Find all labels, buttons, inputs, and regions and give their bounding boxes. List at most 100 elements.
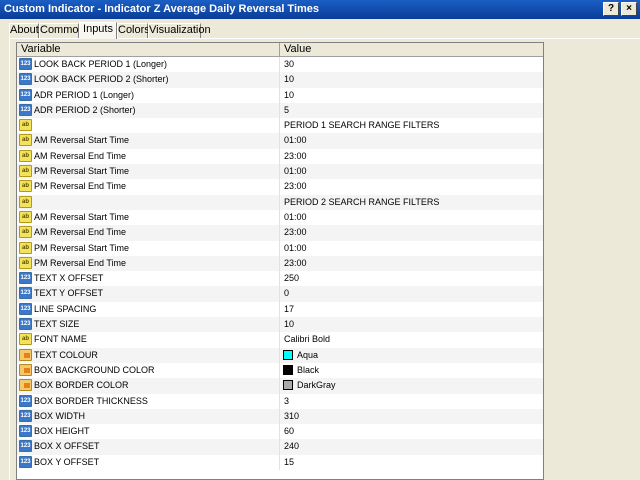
value-text: 310: [284, 410, 300, 421]
value-cell[interactable]: Calibri Bold: [281, 332, 543, 347]
table-row[interactable]: ab PM Reversal End Time 23:00: [17, 255, 543, 272]
variable-name: AM Reversal End Time: [34, 150, 127, 161]
variable-cell: ab PM Reversal Start Time: [17, 164, 280, 180]
value-text: 0: [284, 288, 290, 299]
variable-cell: ab AM Reversal End Time: [17, 225, 280, 241]
column-header-value[interactable]: Value: [280, 43, 543, 57]
color-swatch: [283, 380, 293, 391]
table-row[interactable]: ab PM Reversal Start Time 01:00: [17, 164, 543, 180]
table-row[interactable]: 123 TEXT X OFFSET 250: [17, 271, 543, 287]
value-cell[interactable]: 10: [281, 88, 543, 103]
string-type-icon: ab: [19, 119, 32, 132]
tab-visualization[interactable]: Visualization: [148, 23, 211, 38]
table-row[interactable]: ab FONT NAME Calibri Bold: [17, 332, 543, 348]
number-type-icon: 123: [19, 272, 32, 285]
table-row[interactable]: 123 LINE SPACING 17: [17, 301, 543, 318]
table-row[interactable]: ab AM Reversal End Time 23:00: [17, 148, 543, 165]
table-row[interactable]: 123 BOX HEIGHT 60: [17, 424, 543, 440]
value-cell[interactable]: 23:00: [281, 179, 543, 194]
value-text: 10: [284, 74, 295, 85]
value-cell[interactable]: 0: [281, 286, 543, 301]
value-cell[interactable]: 60: [281, 424, 543, 439]
color-swatch: [283, 349, 293, 360]
variable-name: AM Reversal End Time: [34, 227, 127, 238]
value-cell[interactable]: 23:00: [281, 225, 543, 240]
value-cell[interactable]: 10: [281, 317, 543, 332]
variable-cell: ab: [17, 118, 280, 134]
tab-about[interactable]: About: [9, 23, 39, 38]
table-row[interactable]: TEXT COLOUR Aqua: [17, 347, 543, 363]
table-row[interactable]: 123 ADR PERIOD 1 (Longer) 10: [17, 87, 543, 103]
number-type-icon: 123: [19, 302, 32, 315]
table-row[interactable]: 123 BOX BORDER THICKNESS 3: [17, 393, 543, 409]
table-row[interactable]: 123 TEXT SIZE 10: [17, 317, 543, 333]
table-row[interactable]: 123 BOX WIDTH 310: [17, 408, 543, 425]
value-cell[interactable]: 23:00: [281, 149, 543, 164]
variable-name: FONT NAME: [34, 334, 87, 345]
value-cell[interactable]: 01:00: [281, 210, 543, 225]
value-cell[interactable]: 10: [281, 72, 543, 87]
table-row[interactable]: ab AM Reversal Start Time 01:00: [17, 209, 543, 226]
value-cell[interactable]: 250: [281, 271, 543, 286]
color-value: DarkGray: [297, 380, 336, 391]
value-cell[interactable]: DarkGray: [281, 378, 543, 393]
value-cell[interactable]: 15: [281, 455, 543, 470]
variable-name: BOX BACKGROUND COLOR: [34, 364, 155, 375]
value-cell[interactable]: 30: [281, 57, 543, 72]
value-cell[interactable]: 01:00: [281, 133, 543, 148]
variable-cell: 123 ADR PERIOD 2 (Shorter): [17, 102, 280, 119]
value-cell[interactable]: 3: [281, 394, 543, 409]
table-row[interactable]: BOX BORDER COLOR DarkGray: [17, 378, 543, 394]
value-text: 60: [284, 426, 295, 437]
value-cell[interactable]: PERIOD 1 SEARCH RANGE FILTERS: [281, 118, 543, 133]
table-row[interactable]: ab PM Reversal End Time 23:00: [17, 179, 543, 195]
string-type-icon: ab: [19, 226, 32, 239]
tab-common[interactable]: Common: [39, 23, 85, 38]
tab-inputs[interactable]: Inputs: [79, 22, 117, 39]
value-cell[interactable]: Aqua: [281, 348, 543, 363]
table-row[interactable]: 123 BOX Y OFFSET 15: [17, 454, 543, 471]
value-text: 240: [284, 441, 300, 452]
table-row[interactable]: ab PM Reversal Start Time 01:00: [17, 240, 543, 256]
value-cell[interactable]: 5: [281, 103, 543, 118]
variable-name: TEXT COLOUR: [34, 349, 98, 360]
table-row[interactable]: ab PERIOD 2 SEARCH RANGE FILTERS: [17, 194, 543, 210]
string-type-icon: ab: [19, 180, 32, 193]
close-button[interactable]: ×: [621, 2, 637, 16]
table-row[interactable]: 123 TEXT Y OFFSET 0: [17, 286, 543, 302]
color-type-icon: [19, 379, 32, 392]
table-row[interactable]: BOX BACKGROUND COLOR Black: [17, 362, 543, 379]
table-row[interactable]: ab AM Reversal End Time 23:00: [17, 225, 543, 241]
table-row[interactable]: 123 LOOK BACK PERIOD 1 (Longer) 30: [17, 57, 543, 73]
value-cell[interactable]: 240: [281, 439, 543, 454]
grid-rows: 123 LOOK BACK PERIOD 1 (Longer) 30 123 LOOK …: [17, 57, 543, 471]
value-text: 01:00: [284, 135, 307, 146]
table-row[interactable]: ab PERIOD 1 SEARCH RANGE FILTERS: [17, 118, 543, 134]
tab-colors[interactable]: Colors: [117, 23, 150, 38]
value-cell[interactable]: 17: [281, 302, 543, 317]
value-cell[interactable]: PERIOD 2 SEARCH RANGE FILTERS: [281, 195, 543, 210]
column-header-variable[interactable]: Variable: [17, 43, 280, 57]
table-row[interactable]: 123 BOX X OFFSET 240: [17, 439, 543, 455]
table-row[interactable]: 123 ADR PERIOD 2 (Shorter) 5: [17, 102, 543, 119]
variable-name: PM Reversal End Time: [34, 181, 127, 192]
variable-cell: ab FONT NAME: [17, 332, 280, 348]
value-cell[interactable]: 01:00: [281, 241, 543, 256]
number-type-icon: 123: [19, 409, 32, 422]
variable-name: ADR PERIOD 2 (Shorter): [34, 104, 136, 115]
value-text: 23:00: [284, 181, 307, 192]
value-cell[interactable]: 310: [281, 409, 543, 424]
value-cell[interactable]: 01:00: [281, 164, 543, 179]
number-type-icon: 123: [19, 425, 32, 438]
variable-cell: ab: [17, 194, 280, 210]
table-row[interactable]: ab AM Reversal Start Time 01:00: [17, 133, 543, 149]
inputs-grid: Variable Value 123 LOOK BACK PERIOD 1 (Lo…: [16, 42, 544, 480]
help-button[interactable]: ?: [603, 2, 619, 16]
variable-cell: BOX BORDER COLOR: [17, 378, 280, 394]
value-cell[interactable]: 23:00: [281, 256, 543, 271]
value-cell[interactable]: Black: [281, 363, 543, 378]
variable-name: LOOK BACK PERIOD 1 (Longer): [34, 59, 168, 69]
variable-cell: 123 LOOK BACK PERIOD 1 (Longer): [17, 57, 280, 73]
variable-cell: BOX BACKGROUND COLOR: [17, 362, 280, 379]
table-row[interactable]: 123 LOOK BACK PERIOD 2 (Shorter) 10: [17, 72, 543, 88]
